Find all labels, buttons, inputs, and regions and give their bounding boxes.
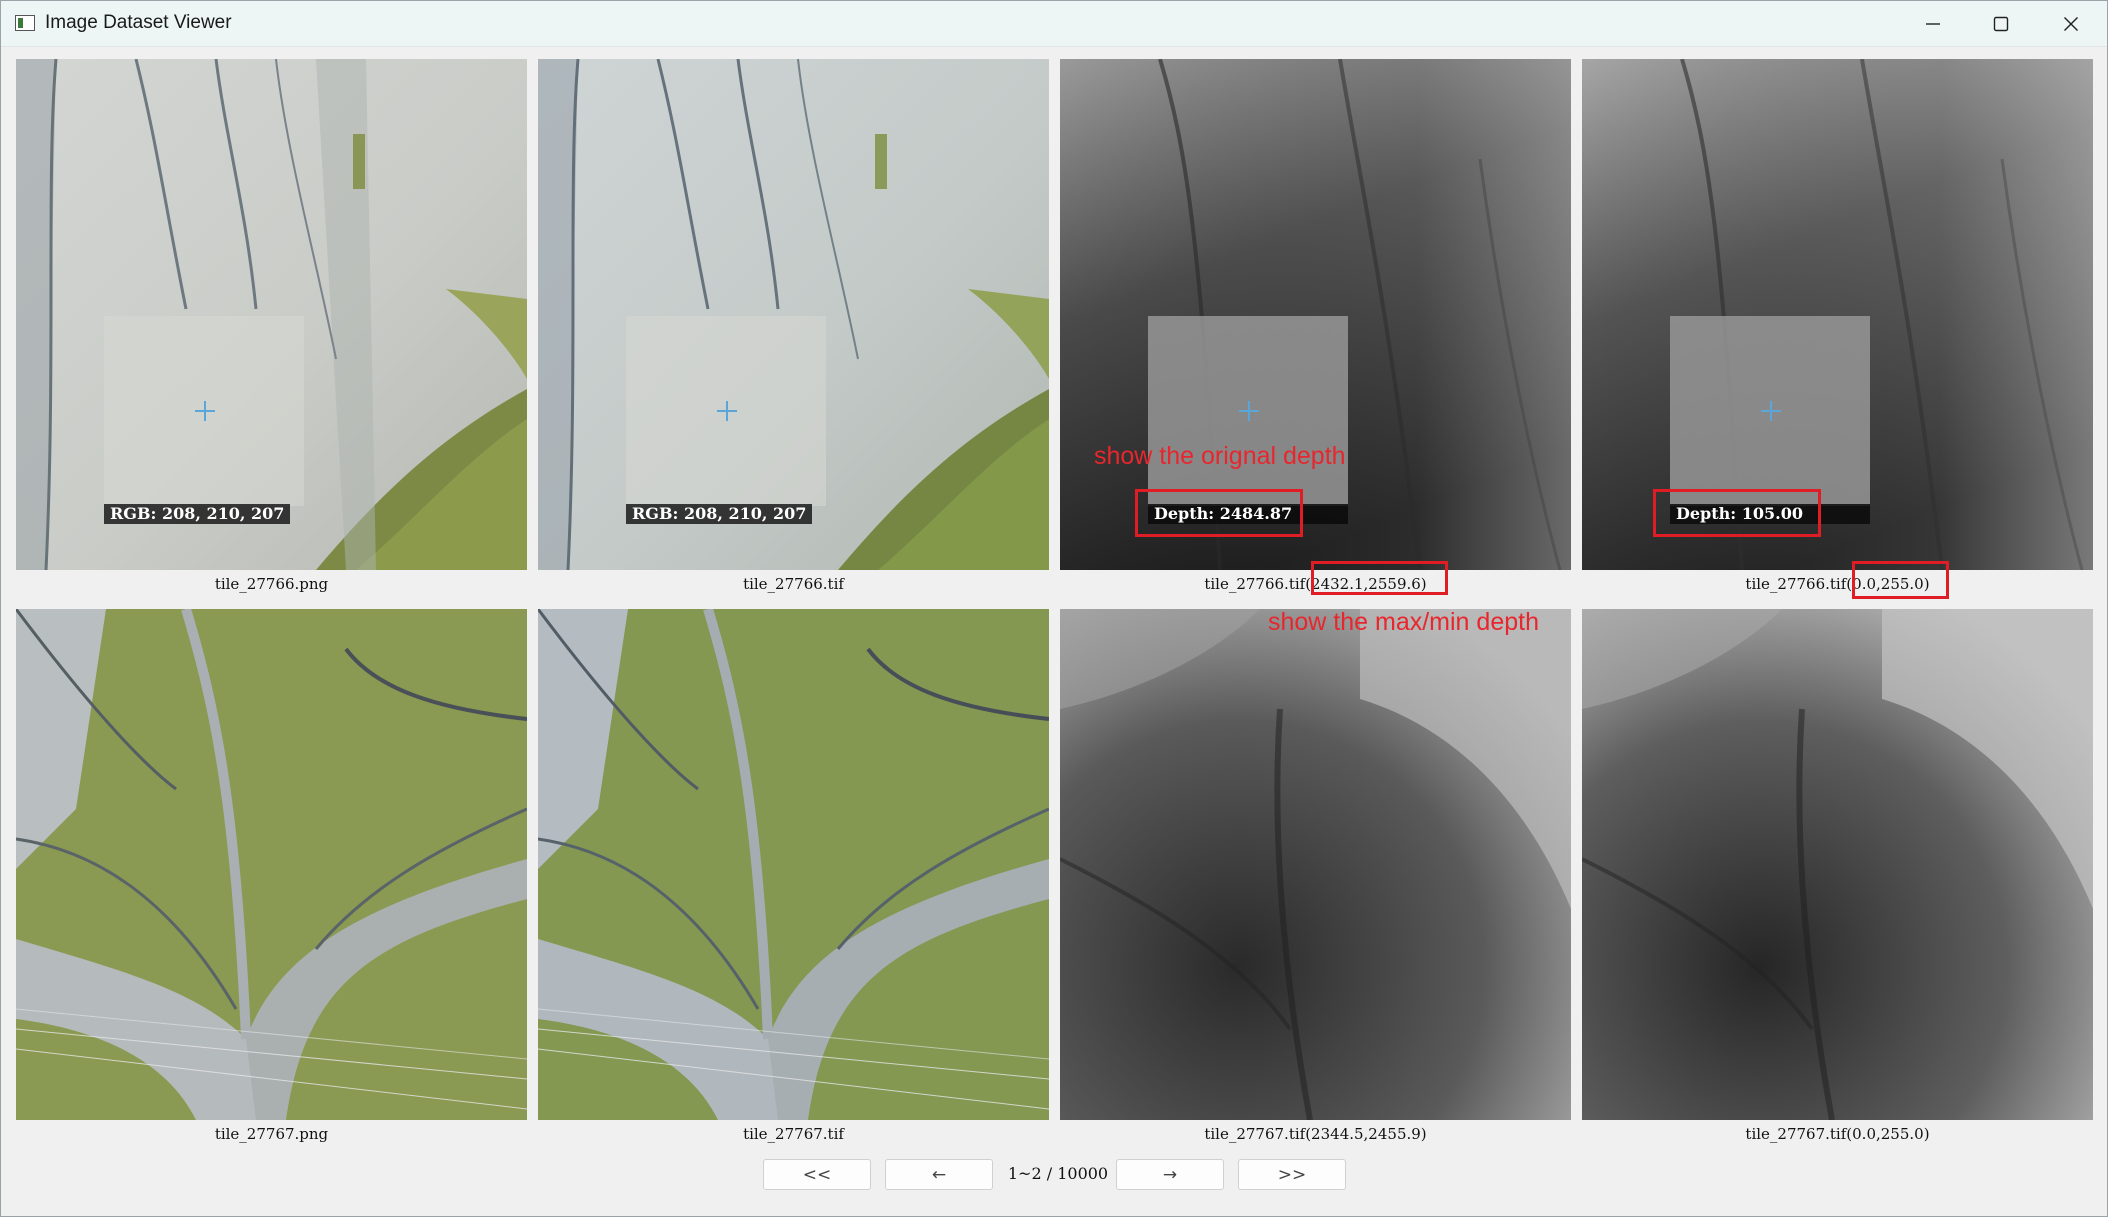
depth-map-image (1060, 609, 1571, 1120)
app-window: Image Dataset Viewer RGB: 208, 210, 207 … (0, 0, 2108, 1217)
annotation-box-normalized-range (1852, 561, 1949, 599)
tile-caption: tile_27767.tif(2344.5,2455.9) (1204, 1125, 1427, 1143)
aerial-rgb-image (538, 609, 1049, 1120)
tile-caption: tile_27766.tif(0.0,255.0) (1582, 574, 2093, 594)
crosshair-icon (1761, 401, 1781, 421)
maximize-icon (1993, 16, 2009, 31)
first-page-button[interactable]: << (763, 1159, 871, 1190)
pagination-bar: << ← 1~2 / 10000 → >> (1, 1159, 2107, 1192)
title-bar: Image Dataset Viewer (1, 1, 2107, 47)
app-icon (15, 15, 35, 31)
tile-caption: tile_27766.tif (743, 575, 844, 593)
tile-image[interactable] (1060, 609, 1571, 1120)
maximize-button[interactable] (1967, 1, 2035, 46)
tile-caption: tile_27766.png (214, 575, 329, 593)
close-button[interactable] (2037, 1, 2105, 46)
tile-caption: tile_27767.tif(0.0,255.0) (1745, 1125, 1930, 1143)
minimize-icon (1926, 22, 1940, 25)
last-page-button[interactable]: >> (1238, 1159, 1346, 1190)
annotation-box-normalized-depth (1653, 489, 1821, 537)
annotation-max-min-depth: show the max/min depth (1268, 608, 1539, 636)
tile-caption: tile_27767.tif (743, 1125, 844, 1143)
prev-page-button[interactable]: ← (885, 1159, 993, 1190)
tile-image[interactable]: RGB: 208, 210, 207 (538, 59, 1049, 570)
pixel-readout: RGB: 208, 210, 207 (626, 504, 813, 524)
caption-filename: tile_27766.tif (1745, 575, 1847, 593)
caption-filename: tile_27766.tif (1204, 575, 1306, 593)
minimize-button[interactable] (1899, 1, 1967, 46)
crosshair-icon (717, 401, 737, 421)
crosshair-icon (1239, 401, 1259, 421)
tile-caption: tile_27767.png (214, 1125, 329, 1143)
pixel-readout: RGB: 208, 210, 207 (104, 504, 291, 524)
tile-image[interactable] (1582, 609, 2093, 1120)
annotation-box-original-depth (1135, 489, 1303, 537)
annotation-original-depth: show the orignal depth (1094, 442, 1346, 470)
aerial-rgb-image (16, 609, 527, 1120)
tile-image[interactable]: RGB: 208, 210, 207 (16, 59, 527, 570)
next-page-button[interactable]: → (1116, 1159, 1224, 1190)
page-indicator: 1~2 / 10000 (1007, 1164, 1109, 1183)
annotation-box-depth-range (1311, 561, 1448, 595)
tile-image[interactable] (16, 609, 527, 1120)
window-title: Image Dataset Viewer (45, 12, 232, 33)
depth-map-image (1582, 609, 2093, 1120)
crosshair-icon (195, 401, 215, 421)
tile-image[interactable] (538, 609, 1049, 1120)
close-icon (2064, 16, 2078, 31)
